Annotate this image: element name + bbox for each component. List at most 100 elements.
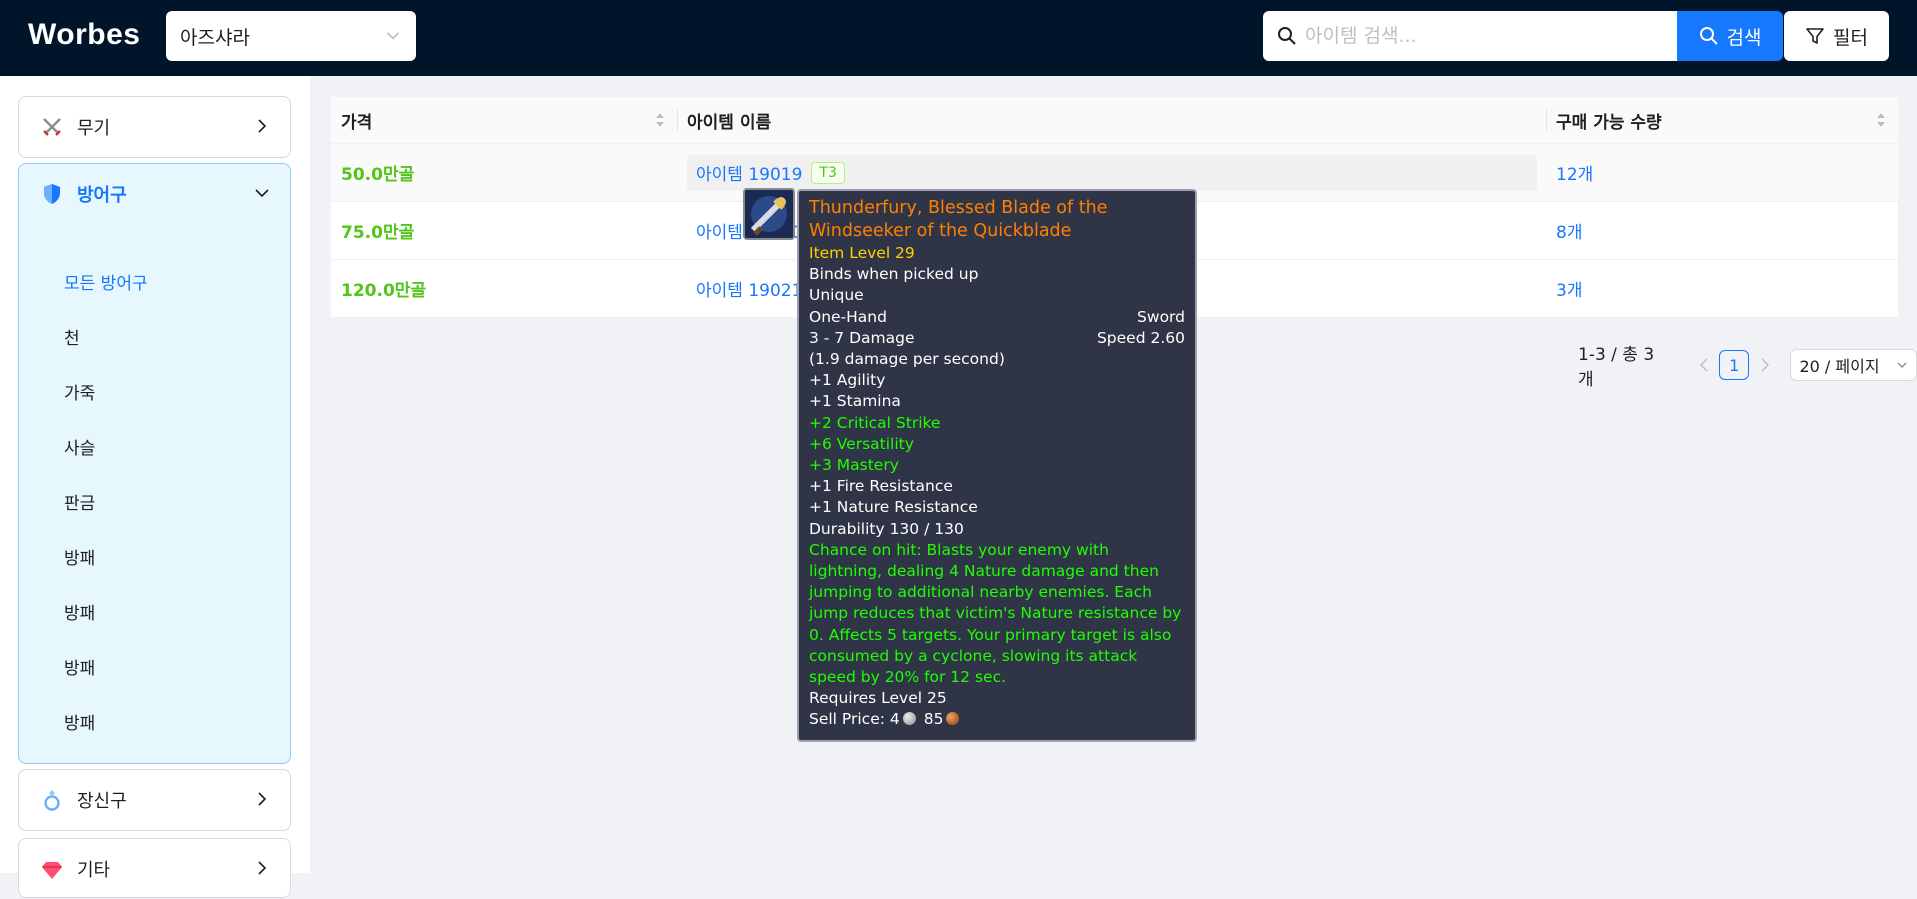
shield-icon bbox=[41, 183, 63, 205]
quantity-cell[interactable]: 8개 bbox=[1546, 202, 1898, 259]
sidebar-item-shield[interactable]: 방패 bbox=[19, 694, 290, 749]
tooltip-durability: Durability 130 / 130 bbox=[809, 519, 964, 538]
category-sidebar: 무기 방어구 모든 방어구 천 가죽 사슬 판금 방패 방패 방패 방패 장신구 bbox=[0, 76, 310, 898]
tooltip-slot-row: One-Hand Sword bbox=[809, 307, 1185, 328]
category-misc[interactable]: 기타 bbox=[18, 838, 291, 898]
search-icon bbox=[1699, 27, 1718, 45]
gem-icon bbox=[41, 858, 63, 880]
quantity-cell[interactable]: 3개 bbox=[1546, 260, 1898, 317]
copper-coin-icon bbox=[946, 712, 960, 726]
ring-icon bbox=[41, 789, 63, 811]
tooltip-item-level: Item Level 29 bbox=[809, 244, 915, 262]
sell-price-silver: 4 bbox=[889, 710, 900, 729]
item-name-highlight: 아이템 19019 T3 bbox=[687, 154, 1537, 191]
chevron-right-icon bbox=[258, 861, 267, 875]
column-header-label: 구매 가능 수량 bbox=[1556, 112, 1662, 133]
tooltip-item-name: Thunderfury, Blessed Blade of the Windse… bbox=[809, 198, 1108, 241]
search-input[interactable] bbox=[1305, 25, 1665, 47]
tooltip-secondary-stat: +6 Versatility bbox=[809, 434, 914, 453]
silver-coin-icon bbox=[902, 712, 916, 726]
sidebar-item-cloth[interactable]: 천 bbox=[19, 309, 290, 364]
tooltip-type: Sword bbox=[1137, 307, 1185, 326]
tooltip-slot: One-Hand bbox=[809, 307, 887, 326]
filter-button[interactable]: 필터 bbox=[1784, 11, 1889, 61]
quantity-cell[interactable]: 12개 bbox=[1546, 144, 1898, 201]
tooltip-stat: +1 Stamina bbox=[809, 392, 901, 411]
category-misc-header[interactable]: 기타 bbox=[19, 839, 290, 899]
price-cell: 120.0만골 bbox=[341, 281, 427, 301]
tier-tag: T3 bbox=[811, 161, 845, 184]
pagination: 1-3 / 총 3개 1 20 / 페이지 bbox=[1578, 340, 1917, 390]
prev-page-icon[interactable] bbox=[1694, 355, 1714, 375]
realm-select-value: 아즈샤라 bbox=[180, 26, 250, 49]
search-button[interactable]: 검색 bbox=[1677, 11, 1783, 61]
sidebar-item-shield[interactable]: 방패 bbox=[19, 584, 290, 639]
sidebar-item-shield[interactable]: 방패 bbox=[19, 639, 290, 694]
category-accessories-header[interactable]: 장신구 bbox=[19, 770, 290, 830]
sidebar-item-leather[interactable]: 가죽 bbox=[19, 364, 290, 419]
column-header-quantity[interactable]: 구매 가능 수량 bbox=[1546, 97, 1898, 143]
page-size-select[interactable]: 20 / 페이지 bbox=[1790, 349, 1917, 381]
chevron-right-icon bbox=[258, 119, 267, 133]
category-armor-header[interactable]: 방어구 bbox=[19, 164, 290, 224]
column-header-item-name[interactable]: 아이템 이름 bbox=[677, 97, 1546, 143]
chevron-right-icon bbox=[258, 792, 267, 806]
next-page-icon[interactable] bbox=[1755, 355, 1775, 375]
tooltip-dps: (1.9 damage per second) bbox=[809, 350, 1005, 369]
category-weapons[interactable]: 무기 bbox=[18, 96, 291, 158]
chevron-down-icon bbox=[255, 189, 269, 198]
category-armor[interactable]: 방어구 모든 방어구 천 가죽 사슬 판금 방패 방패 방패 방패 bbox=[18, 163, 291, 764]
tooltip-requires: Requires Level 25 bbox=[809, 689, 947, 708]
page-size-value: 20 / 페이지 bbox=[1799, 357, 1880, 376]
page-number-1[interactable]: 1 bbox=[1719, 350, 1749, 380]
chevron-down-icon bbox=[386, 32, 400, 40]
category-weapons-header[interactable]: 무기 bbox=[19, 97, 290, 157]
tooltip-damage: 3 - 7 Damage bbox=[809, 328, 915, 347]
sell-price-label: Sell Price: bbox=[809, 710, 885, 729]
price-cell: 50.0만골 bbox=[341, 165, 415, 185]
tooltip-binds: Binds when picked up bbox=[809, 265, 979, 284]
filter-icon bbox=[1806, 28, 1824, 44]
chevron-down-icon bbox=[1897, 362, 1907, 368]
filter-button-label: 필터 bbox=[1833, 26, 1868, 49]
sell-price-copper: 85 bbox=[923, 710, 944, 729]
column-header-price[interactable]: 가격 bbox=[331, 97, 677, 143]
tooltip-damage-row: 3 - 7 Damage Speed 2.60 bbox=[809, 328, 1185, 349]
app-logo[interactable]: Worbes bbox=[28, 18, 140, 52]
search-button-label: 검색 bbox=[1726, 26, 1762, 49]
tooltip-resistance: +1 Nature Resistance bbox=[809, 498, 978, 517]
tooltip-speed: Speed 2.60 bbox=[1096, 328, 1185, 347]
item-tooltip: Thunderfury, Blessed Blade of the Windse… bbox=[797, 189, 1197, 742]
category-misc-label: 기타 bbox=[77, 860, 111, 881]
realm-select[interactable]: 아즈샤라 bbox=[166, 11, 416, 61]
category-armor-label: 방어구 bbox=[77, 185, 127, 206]
pagination-total: 1-3 / 총 3개 bbox=[1578, 345, 1655, 390]
sidebar-item-all-armor[interactable]: 모든 방어구 bbox=[19, 254, 290, 309]
column-header-label: 가격 bbox=[341, 112, 373, 133]
column-header-label: 아이템 이름 bbox=[687, 112, 772, 133]
search-icon bbox=[1278, 27, 1296, 45]
tooltip-secondary-stat: +3 Mastery bbox=[809, 456, 899, 475]
sort-icon bbox=[1877, 113, 1885, 127]
tooltip-unique: Unique bbox=[809, 286, 864, 305]
sidebar-item-plate[interactable]: 판금 bbox=[19, 474, 290, 529]
price-cell: 75.0만골 bbox=[341, 223, 415, 243]
tooltip-effect: Chance on hit: Blasts your enemy with li… bbox=[809, 540, 1182, 687]
table-header: 가격 아이템 이름 구매 가능 수량 bbox=[331, 97, 1898, 144]
item-icon bbox=[743, 188, 795, 240]
sidebar-item-shield[interactable]: 방패 bbox=[19, 529, 290, 584]
sidebar-item-mail[interactable]: 사슬 bbox=[19, 419, 290, 474]
sort-icon bbox=[656, 113, 664, 127]
top-header: Worbes 아즈샤라 검색 필터 bbox=[0, 0, 1917, 76]
category-weapons-label: 무기 bbox=[77, 118, 111, 139]
crossed-swords-icon bbox=[41, 116, 63, 138]
tooltip-stat: +1 Agility bbox=[809, 371, 886, 390]
tooltip-secondary-stat: +2 Critical Strike bbox=[809, 413, 941, 432]
category-accessories[interactable]: 장신구 bbox=[18, 769, 291, 831]
tooltip-resistance: +1 Fire Resistance bbox=[809, 477, 953, 496]
item-link[interactable]: 아이템 19019 bbox=[696, 160, 802, 185]
tooltip-sell-price: Sell Price: 4 85 bbox=[809, 709, 1185, 730]
category-accessories-label: 장신구 bbox=[77, 791, 127, 812]
item-link[interactable]: 아이템 19021 bbox=[696, 276, 802, 301]
search-box bbox=[1263, 11, 1677, 61]
